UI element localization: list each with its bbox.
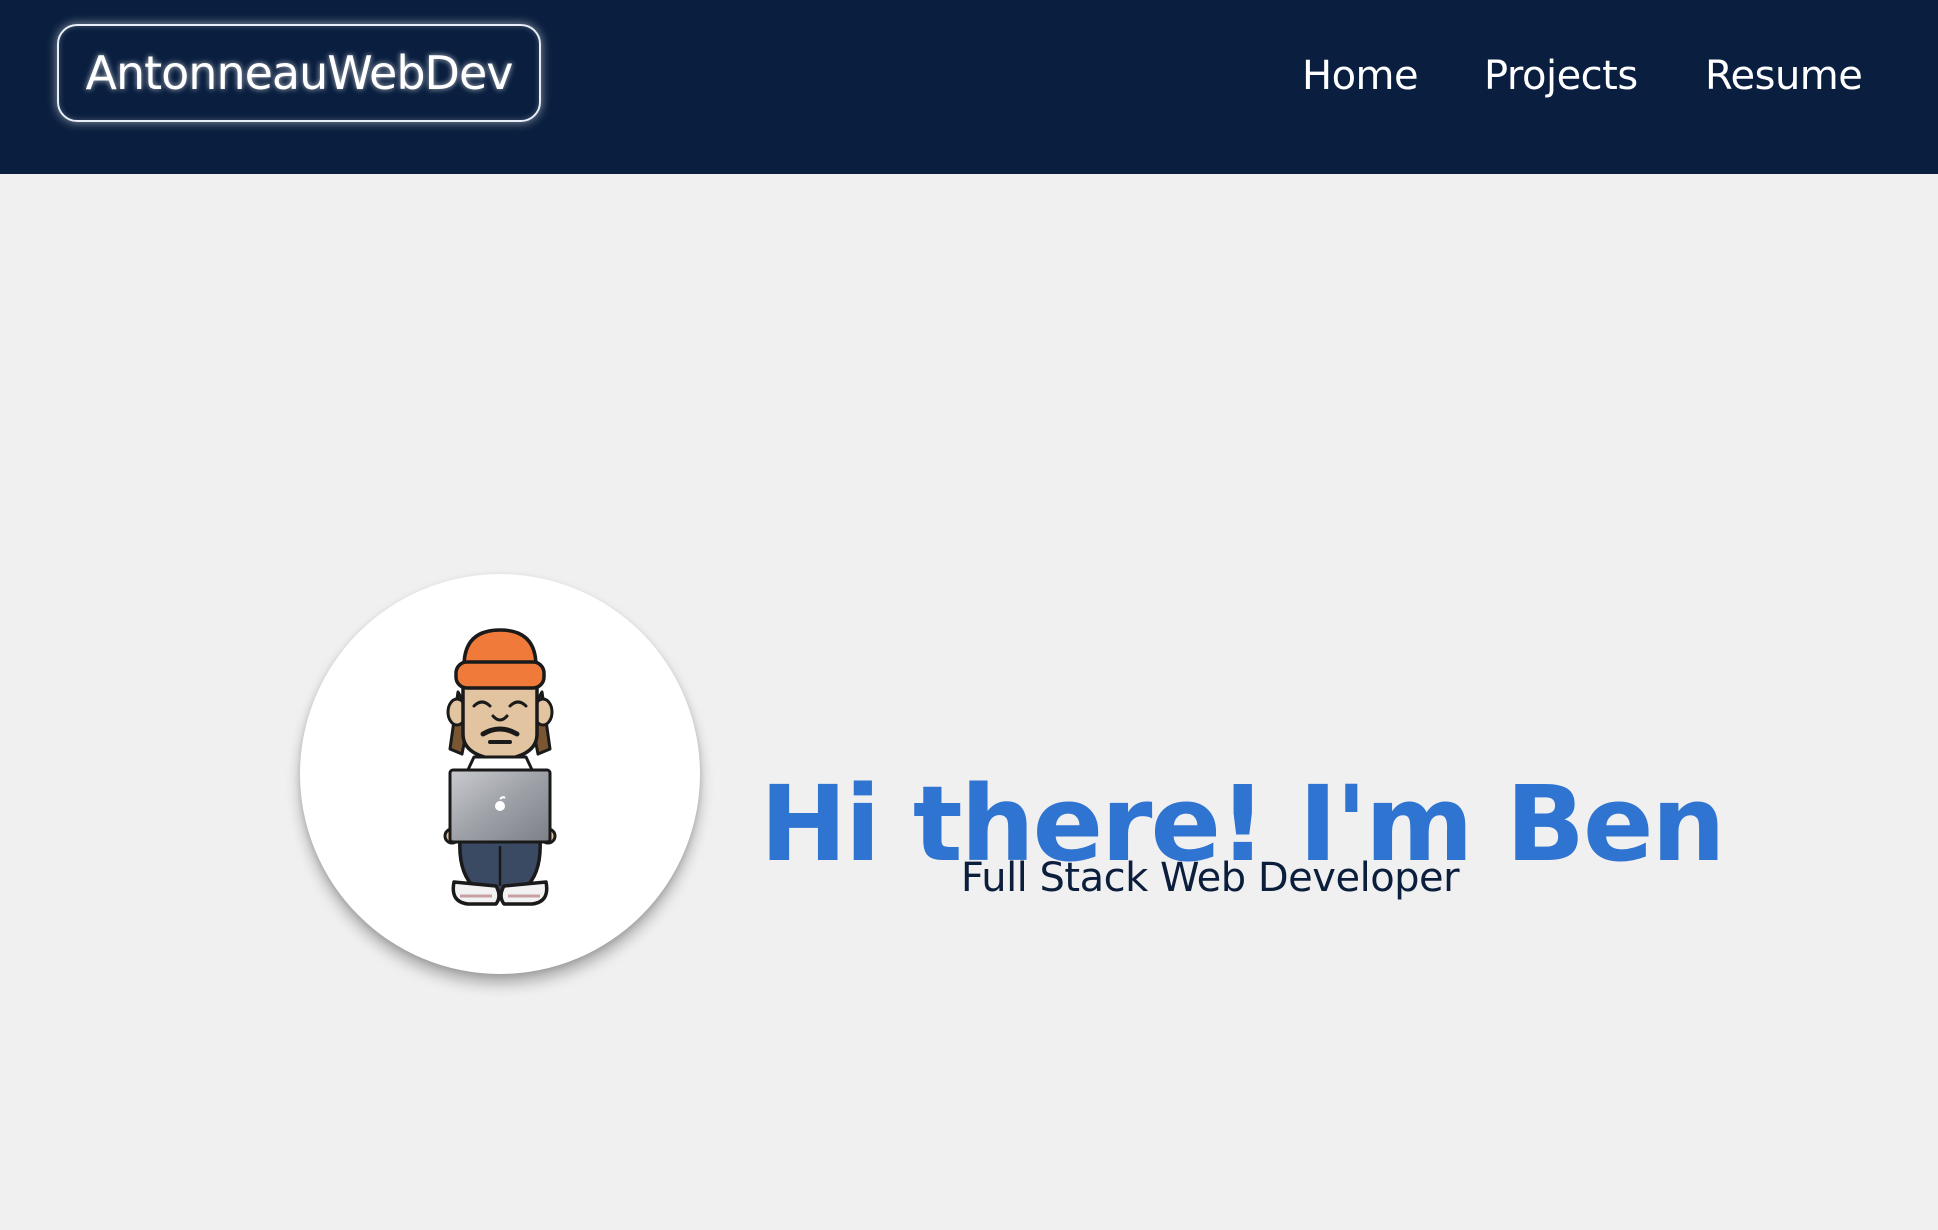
- brand-logo-link[interactable]: AntonneauWebDev: [57, 24, 541, 122]
- nav-link-projects[interactable]: Projects: [1484, 50, 1638, 102]
- navbar: AntonneauWebDev Home Projects Resume: [0, 0, 1938, 174]
- hero-subtitle: Full Stack Web Developer: [960, 855, 1460, 901]
- nav-link-home[interactable]: Home: [1302, 50, 1419, 102]
- avatar: [300, 574, 700, 974]
- nav-link-resume[interactable]: Resume: [1705, 50, 1863, 102]
- developer-avatar-icon: [443, 628, 557, 906]
